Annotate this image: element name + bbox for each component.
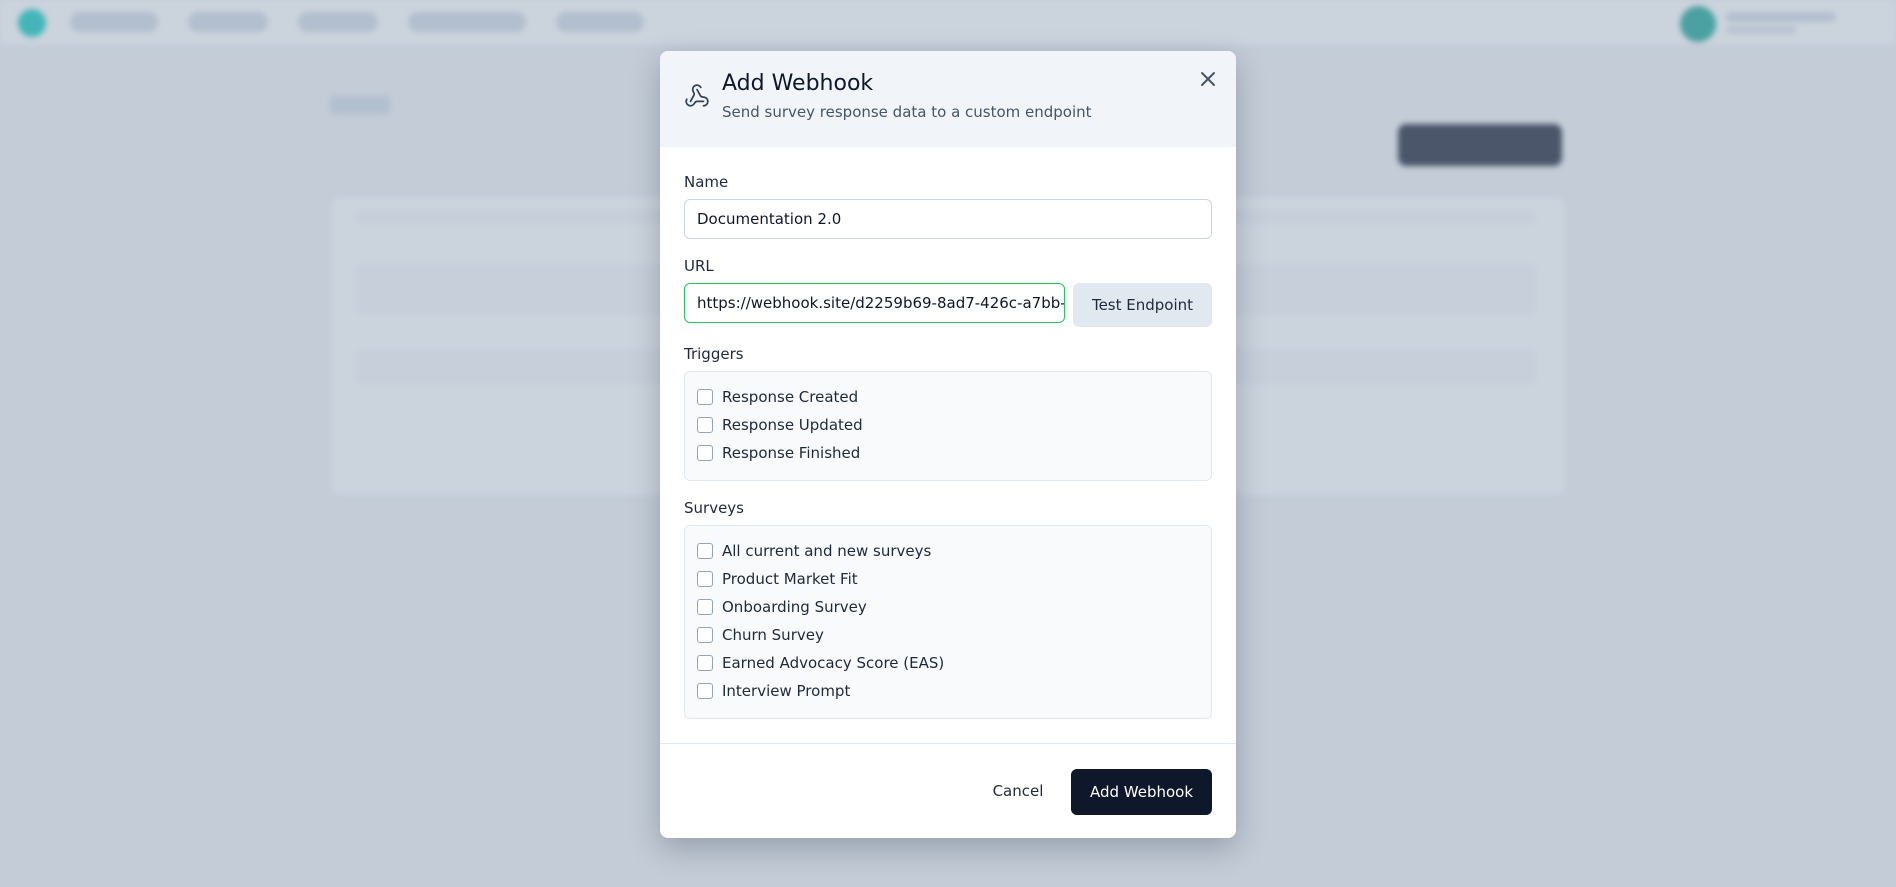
modal-title: Add Webhook — [722, 71, 874, 96]
triggers-group: Response Created Response Updated Respon… — [684, 371, 1212, 481]
checkbox[interactable] — [697, 543, 713, 559]
checkbox[interactable] — [697, 599, 713, 615]
checkbox[interactable] — [697, 389, 713, 405]
checkbox[interactable] — [697, 445, 713, 461]
checkbox[interactable] — [697, 655, 713, 671]
survey-earned-advocacy-score[interactable]: Earned Advocacy Score (EAS) — [697, 653, 944, 673]
test-endpoint-button[interactable]: Test Endpoint — [1073, 283, 1212, 327]
name-label: Name — [684, 173, 729, 191]
surveys-label: Surveys — [684, 499, 744, 517]
webhook-icon — [684, 83, 710, 109]
survey-onboarding[interactable]: Onboarding Survey — [697, 597, 867, 617]
add-webhook-button[interactable]: Add Webhook — [1071, 769, 1212, 815]
trigger-response-finished[interactable]: Response Finished — [697, 443, 860, 463]
modal-subtitle: Send survey response data to a custom en… — [722, 103, 1092, 121]
close-icon[interactable] — [1196, 67, 1220, 91]
name-input[interactable]: Documentation 2.0 — [684, 199, 1212, 239]
survey-churn[interactable]: Churn Survey — [697, 625, 824, 645]
triggers-label: Triggers — [684, 345, 744, 363]
url-label: URL — [684, 257, 714, 275]
modal-header: Add Webhook Send survey response data to… — [660, 51, 1236, 147]
url-input[interactable]: https://webhook.site/d2259b69-8ad7-426c-… — [684, 283, 1065, 323]
survey-interview-prompt[interactable]: Interview Prompt — [697, 681, 850, 701]
survey-product-market-fit[interactable]: Product Market Fit — [697, 569, 858, 589]
checkbox[interactable] — [697, 627, 713, 643]
checkbox[interactable] — [697, 417, 713, 433]
checkbox[interactable] — [697, 571, 713, 587]
footer-divider — [660, 743, 1236, 744]
cancel-button[interactable]: Cancel — [980, 769, 1056, 813]
surveys-group: All current and new surveys Product Mark… — [684, 525, 1212, 719]
trigger-response-updated[interactable]: Response Updated — [697, 415, 863, 435]
add-webhook-modal: Add Webhook Send survey response data to… — [660, 51, 1236, 838]
survey-all[interactable]: All current and new surveys — [697, 541, 931, 561]
checkbox[interactable] — [697, 683, 713, 699]
trigger-response-created[interactable]: Response Created — [697, 387, 858, 407]
